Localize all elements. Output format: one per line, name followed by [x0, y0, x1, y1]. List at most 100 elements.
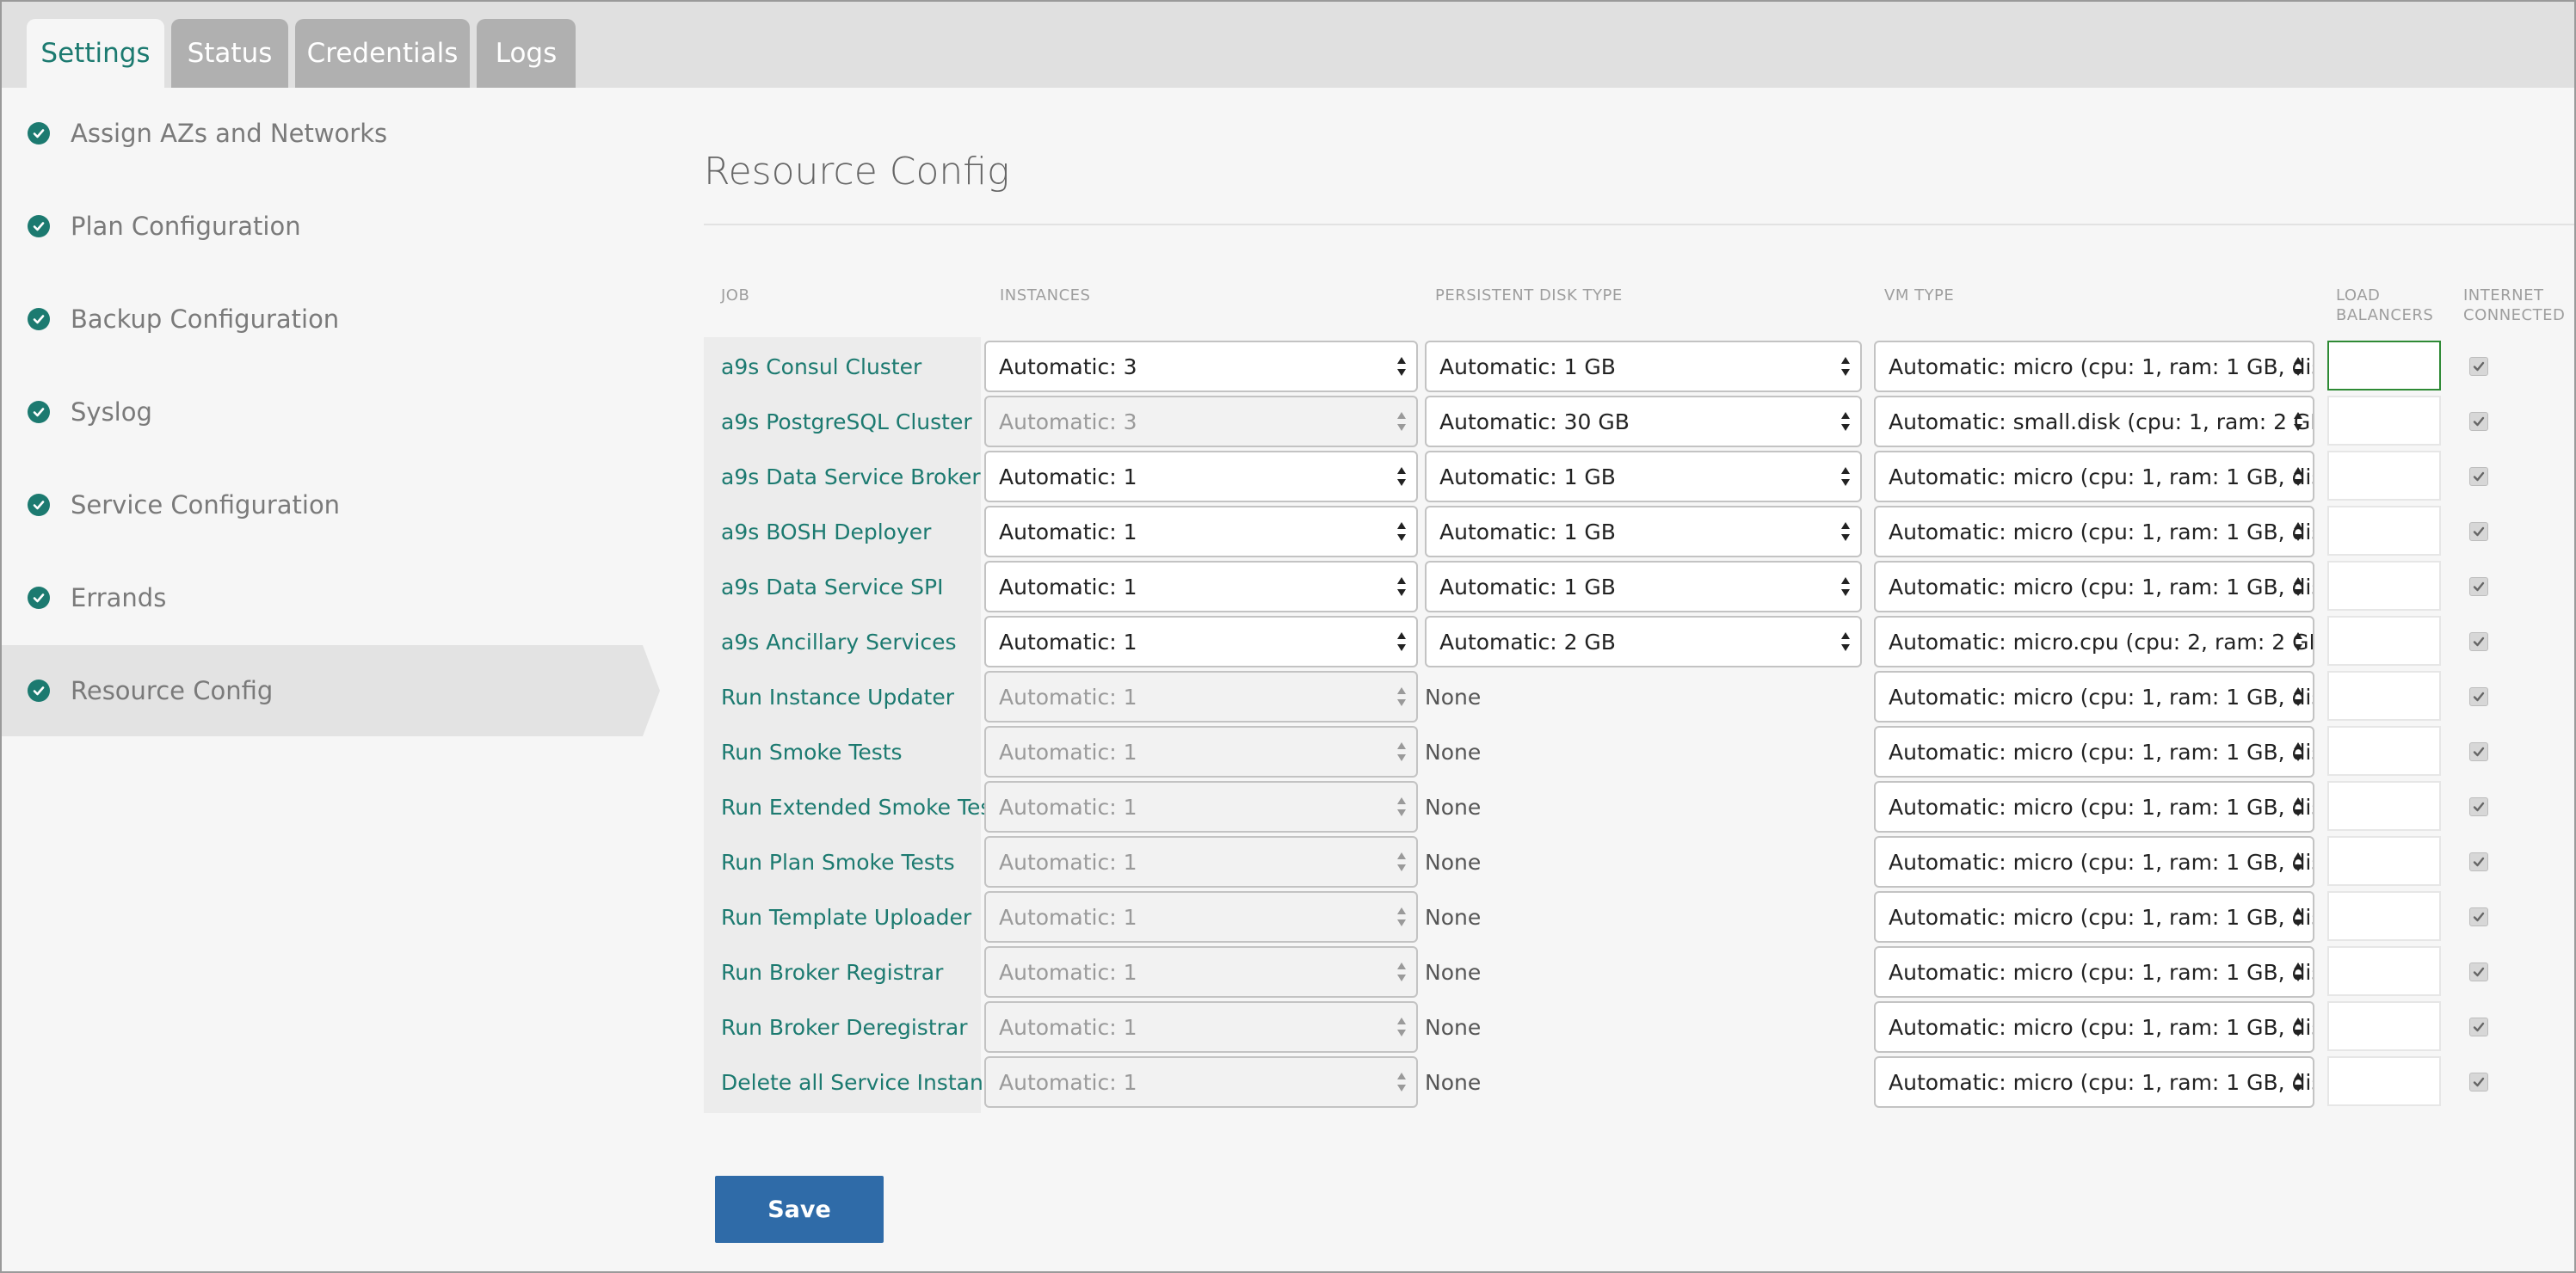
sidebar-item-1[interactable]: Assign AZs and Networks [2, 88, 643, 179]
internet-connected-checkbox[interactable] [2469, 632, 2488, 651]
load-balancers-input[interactable] [2327, 891, 2441, 941]
internet-connected-checkbox[interactable] [2469, 852, 2488, 871]
internet-connected-checkbox[interactable] [2469, 1073, 2488, 1092]
up-down-arrows-icon [1397, 467, 1406, 486]
up-down-arrows-icon [1397, 962, 1406, 981]
load-balancers-input[interactable] [2327, 781, 2441, 831]
disk-type-select[interactable]: Automatic: 1 GB [1425, 506, 1862, 557]
vm-type-select[interactable]: Automatic: small.disk (cpu: 1, ram: 2 GB… [1874, 396, 2314, 447]
sidebar-item-2[interactable]: Plan Configuration [2, 181, 643, 272]
instances-value: Automatic: 1 [999, 519, 1137, 544]
tab-status[interactable]: Status [171, 19, 288, 88]
vm-type-select[interactable]: Automatic: micro (cpu: 1, ram: 1 GB, dis… [1874, 891, 2314, 943]
table-row: Run Template Uploader Automatic: 1 None Aut… [2, 889, 2574, 944]
instances-select[interactable]: Automatic: 1 [984, 781, 1418, 833]
disk-type-select[interactable]: Automatic: 1 GB [1425, 341, 1862, 392]
up-down-arrows-icon [2294, 357, 2302, 376]
instances-select[interactable]: Automatic: 1 [984, 616, 1418, 667]
vm-type-select[interactable]: Automatic: micro (cpu: 1, ram: 1 GB, dis… [1874, 561, 2314, 612]
table-row: Run Smoke Tests Automatic: 1 None Automatic… [2, 724, 2574, 779]
instances-select[interactable]: Automatic: 1 [984, 671, 1418, 723]
disk-type-select[interactable]: Automatic: 30 GB [1425, 396, 1862, 447]
disk-type-none: None [1425, 739, 1482, 765]
checkmark-icon [2473, 416, 2485, 427]
disk-type-select[interactable]: Automatic: 1 GB [1425, 451, 1862, 502]
instances-select[interactable]: Automatic: 1 [984, 946, 1418, 998]
app-window: Settings Status Credentials Logs Assign … [0, 0, 2576, 1273]
checkmark-icon [2473, 636, 2485, 647]
vm-type-select[interactable]: Automatic: micro (cpu: 1, ram: 1 GB, dis… [1874, 671, 2314, 723]
instances-select[interactable]: Automatic: 1 [984, 451, 1418, 502]
internet-connected-checkbox[interactable] [2469, 742, 2488, 761]
instances-select[interactable]: Automatic: 1 [984, 836, 1418, 888]
instances-select[interactable]: Automatic: 1 [984, 726, 1418, 778]
load-balancers-input[interactable] [2327, 396, 2441, 446]
checkmark-icon [2473, 912, 2485, 922]
disk-type-select[interactable]: Automatic: 2 GB [1425, 616, 1862, 667]
internet-connected-checkbox[interactable] [2469, 357, 2488, 376]
instances-select[interactable]: Automatic: 1 [984, 891, 1418, 943]
load-balancers-input[interactable] [2327, 726, 2441, 776]
vm-type-select[interactable]: Automatic: micro (cpu: 1, ram: 1 GB, dis… [1874, 781, 2314, 833]
load-balancers-input[interactable] [2327, 1056, 2441, 1106]
vm-type-value: Automatic: micro (cpu: 1, ram: 1 GB, dis… [1889, 849, 2313, 875]
load-balancers-input[interactable] [2327, 451, 2441, 501]
column-header-load-balancers-line2: BALANCERS [2336, 306, 2434, 324]
instances-select[interactable]: Automatic: 1 [984, 1056, 1418, 1108]
internet-connected-checkbox[interactable] [2469, 522, 2488, 541]
vm-type-select[interactable]: Automatic: micro (cpu: 1, ram: 1 GB, dis… [1874, 506, 2314, 557]
checkmark-icon [2473, 692, 2485, 702]
load-balancers-input[interactable] [2327, 671, 2441, 721]
internet-connected-checkbox[interactable] [2469, 687, 2488, 706]
vm-type-select[interactable]: Automatic: micro (cpu: 1, ram: 1 GB, dis… [1874, 1056, 2314, 1108]
save-button[interactable]: Save [715, 1176, 884, 1243]
internet-connected-checkbox[interactable] [2469, 1018, 2488, 1036]
vm-type-select[interactable]: Automatic: micro (cpu: 1, ram: 1 GB, dis… [1874, 726, 2314, 778]
vm-type-value: Automatic: micro (cpu: 1, ram: 1 GB, dis… [1889, 1014, 2313, 1040]
tab-settings[interactable]: Settings [27, 19, 164, 88]
load-balancers-input[interactable] [2327, 341, 2441, 391]
tab-credentials[interactable]: Credentials [295, 19, 470, 88]
vm-type-select[interactable]: Automatic: micro (cpu: 1, ram: 1 GB, dis… [1874, 836, 2314, 888]
up-down-arrows-icon [2294, 577, 2302, 596]
column-header-load-balancers-line1: LOAD [2336, 286, 2381, 304]
checkmark-icon [2473, 361, 2485, 372]
vm-type-select[interactable]: Automatic: micro (cpu: 1, ram: 1 GB, dis… [1874, 341, 2314, 392]
job-name: a9s Data Service SPI [721, 574, 944, 600]
load-balancers-input[interactable] [2327, 616, 2441, 666]
job-name: Run Instance Updater [721, 684, 954, 710]
vm-type-select[interactable]: Automatic: micro (cpu: 1, ram: 1 GB, dis… [1874, 946, 2314, 998]
up-down-arrows-icon [1397, 412, 1406, 431]
instances-select[interactable]: Automatic: 3 [984, 396, 1418, 447]
instances-select[interactable]: Automatic: 3 [984, 341, 1418, 392]
internet-connected-checkbox[interactable] [2469, 577, 2488, 596]
tab-logs[interactable]: Logs [477, 19, 576, 88]
internet-connected-checkbox[interactable] [2469, 797, 2488, 816]
page-title: Resource Config [704, 150, 1010, 194]
load-balancers-input[interactable] [2327, 1001, 2441, 1051]
vm-type-select[interactable]: Automatic: micro (cpu: 1, ram: 1 GB, dis… [1874, 451, 2314, 502]
up-down-arrows-icon [2294, 852, 2302, 871]
table-row: a9s Data Service SPI Automatic: 1 Automati… [2, 559, 2574, 614]
load-balancers-input[interactable] [2327, 506, 2441, 556]
load-balancers-input[interactable] [2327, 946, 2441, 996]
instances-select[interactable]: Automatic: 1 [984, 561, 1418, 612]
instances-select[interactable]: Automatic: 1 [984, 1001, 1418, 1053]
vm-type-value: Automatic: micro (cpu: 1, ram: 1 GB, dis… [1889, 794, 2313, 820]
load-balancers-input[interactable] [2327, 836, 2441, 886]
internet-connected-checkbox[interactable] [2469, 962, 2488, 981]
internet-connected-checkbox[interactable] [2469, 907, 2488, 926]
vm-type-select[interactable]: Automatic: micro.cpu (cpu: 2, ram: 2 GB,… [1874, 616, 2314, 667]
vm-type-select[interactable]: Automatic: micro (cpu: 1, ram: 1 GB, dis… [1874, 1001, 2314, 1053]
vm-type-value: Automatic: micro (cpu: 1, ram: 1 GB, dis… [1889, 959, 2313, 985]
instances-value: Automatic: 1 [999, 849, 1137, 875]
instances-select[interactable]: Automatic: 1 [984, 506, 1418, 557]
internet-connected-checkbox[interactable] [2469, 412, 2488, 431]
up-down-arrows-icon [2294, 687, 2302, 706]
instances-value: Automatic: 1 [999, 794, 1137, 820]
disk-type-select[interactable]: Automatic: 1 GB [1425, 561, 1862, 612]
checkmark-icon [2473, 526, 2485, 537]
instances-value: Automatic: 1 [999, 684, 1137, 710]
internet-connected-checkbox[interactable] [2469, 467, 2488, 486]
load-balancers-input[interactable] [2327, 561, 2441, 611]
